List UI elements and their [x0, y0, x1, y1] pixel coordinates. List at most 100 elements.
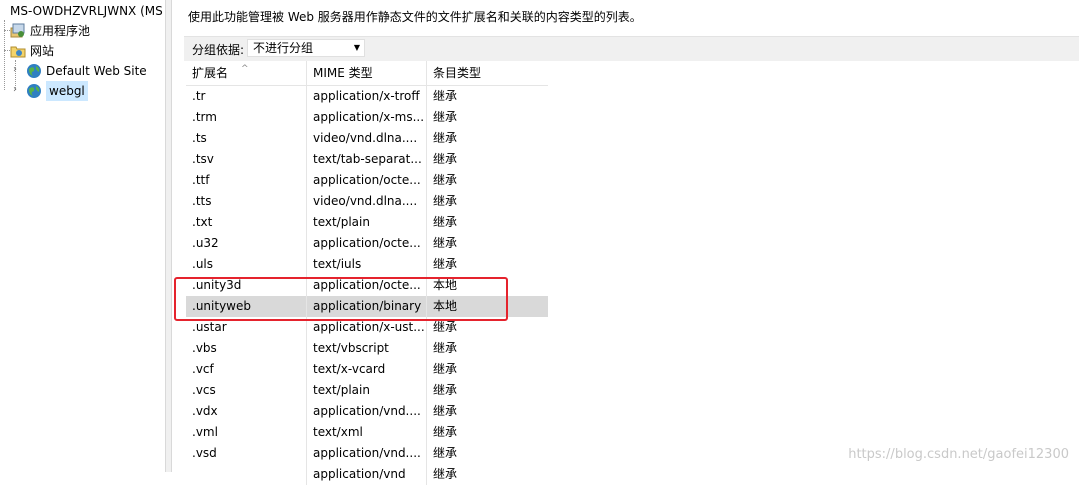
cell-extension	[186, 464, 306, 485]
table-row[interactable]: .vcs text/plain 继承	[186, 380, 548, 401]
cell-mime-type: video/vnd.dlna....	[306, 128, 426, 149]
chevron-right-icon[interactable]: ›	[10, 85, 20, 95]
tree-item-label: 网站	[30, 43, 55, 58]
cell-extension: .ustar	[192, 320, 227, 334]
globe-icon	[26, 83, 42, 99]
cell-extension: .tsv	[192, 152, 214, 166]
cell-extension: .tr	[192, 89, 206, 103]
table-row[interactable]: .unity3d application/octe... 本地	[186, 275, 548, 296]
group-by-bar: 分组依据: 不进行分组 ▼	[184, 36, 1079, 61]
table-header: 扩展名 ^ MIME 类型 条目类型	[186, 61, 548, 86]
cell-entry-type: 继承	[426, 422, 546, 443]
cell-extension: .tts	[192, 194, 212, 208]
cell-mime-type: text/x-vcard	[306, 359, 426, 380]
cell-extension: .txt	[192, 215, 213, 229]
cell-entry-type: 继承	[426, 170, 546, 191]
tree-item-sites[interactable]: 网站	[10, 40, 54, 60]
cell-entry-type: 继承	[426, 254, 546, 275]
cell-extension: .trm	[192, 110, 217, 124]
table-row[interactable]: .vml text/xml 继承	[186, 422, 548, 443]
tree-item-webgl[interactable]: webgl	[26, 80, 88, 101]
app-pool-icon	[10, 23, 26, 39]
cell-extension: .u32	[192, 236, 219, 250]
cell-mime-type: application/octe...	[306, 275, 426, 296]
column-header-mime-type[interactable]: MIME 类型	[306, 61, 426, 85]
cell-extension: .vcs	[192, 383, 216, 397]
column-header-extension[interactable]: 扩展名 ^	[186, 61, 306, 85]
cell-extension: .ttf	[192, 173, 210, 187]
cell-entry-type: 继承	[426, 128, 546, 149]
cell-entry-type: 本地	[426, 296, 546, 317]
pane-splitter[interactable]	[165, 0, 172, 472]
cell-extension: .uls	[192, 257, 214, 271]
cell-mime-type: application/octe...	[306, 170, 426, 191]
cell-extension: .vsd	[192, 446, 217, 460]
cell-entry-type: 本地	[426, 275, 546, 296]
table-row[interactable]: .tts video/vnd.dlna.... 继承	[186, 191, 548, 212]
table-row[interactable]: .unityweb application/binary 本地	[186, 296, 548, 317]
cell-entry-type: 继承	[426, 149, 546, 170]
mime-types-panel: 使用此功能管理被 Web 服务器用作静态文件的文件扩展名和关联的内容类型的列表。…	[172, 0, 1079, 485]
chevron-right-icon[interactable]: ›	[10, 65, 20, 75]
table-row[interactable]: .vsd application/vnd.... 继承	[186, 443, 548, 464]
tree-item-label: Default Web Site	[46, 63, 147, 78]
table-row[interactable]: .txt text/plain 继承	[186, 212, 548, 233]
globe-icon	[26, 63, 42, 79]
connections-tree: MS-OWDHZVRLJWNX (MS 应用程序池 网站 › Default W…	[0, 0, 165, 472]
table-body: .tr application/x-troff 继承 .trm application/…	[186, 86, 548, 485]
cell-entry-type: 继承	[426, 380, 546, 401]
table-row[interactable]: .ustar application/x-ust... 继承	[186, 317, 548, 338]
cell-mime-type: text/xml	[306, 422, 426, 443]
table-row[interactable]: .ts video/vnd.dlna.... 继承	[186, 128, 548, 149]
tree-item-app-pools[interactable]: 应用程序池	[10, 20, 90, 40]
cell-extension: .ts	[192, 131, 207, 145]
cell-mime-type: text/tab-separat...	[306, 149, 426, 170]
cell-extension: .vdx	[192, 404, 218, 418]
tree-root-server[interactable]: MS-OWDHZVRLJWNX (MS	[10, 0, 163, 20]
cell-mime-type: text/vbscript	[306, 338, 426, 359]
cell-mime-type: application/vnd....	[306, 443, 426, 464]
sort-asc-icon: ^	[241, 64, 249, 74]
tree-item-label: webgl	[46, 80, 88, 101]
table-row[interactable]: .trm application/x-ms... 继承	[186, 107, 548, 128]
table-row[interactable]: application/vnd 继承	[186, 464, 548, 485]
cell-mime-type: application/octe...	[306, 233, 426, 254]
table-row[interactable]: .vbs text/vbscript 继承	[186, 338, 548, 359]
watermark: https://blog.csdn.net/gaofei12300	[848, 447, 1069, 462]
table-row[interactable]: .tsv text/tab-separat... 继承	[186, 149, 548, 170]
column-header-entry-type[interactable]: 条目类型	[426, 61, 546, 85]
cell-extension: .vbs	[192, 341, 217, 355]
cell-extension: .unity3d	[192, 278, 242, 292]
cell-entry-type: 继承	[426, 191, 546, 212]
feature-description: 使用此功能管理被 Web 服务器用作静态文件的文件扩展名和关联的内容类型的列表。	[188, 10, 642, 24]
cell-entry-type: 继承	[426, 464, 546, 485]
cell-entry-type: 继承	[426, 401, 546, 422]
table-row[interactable]: .u32 application/octe... 继承	[186, 233, 548, 254]
dropdown-arrow-icon: ▼	[353, 43, 360, 52]
tree-item-label: 应用程序池	[30, 23, 91, 38]
tree-root-label: MS-OWDHZVRLJWNX (MS	[10, 3, 163, 18]
cell-mime-type: application/vnd....	[306, 401, 426, 422]
table-row[interactable]: .ttf application/octe... 继承	[186, 170, 548, 191]
cell-entry-type: 继承	[426, 359, 546, 380]
tree-item-default-web-site[interactable]: Default Web Site	[26, 60, 147, 80]
mime-types-table: 扩展名 ^ MIME 类型 条目类型 .tr application/x-trof…	[186, 61, 548, 485]
cell-mime-type: text/iuls	[306, 254, 426, 275]
cell-mime-type: application/binary	[306, 296, 426, 317]
cell-mime-type: text/plain	[306, 380, 426, 401]
cell-entry-type: 继承	[426, 443, 546, 464]
table-row[interactable]: .vcf text/x-vcard 继承	[186, 359, 548, 380]
sites-folder-icon	[10, 43, 26, 59]
table-row[interactable]: .vdx application/vnd.... 继承	[186, 401, 548, 422]
cell-mime-type: application/x-ust...	[306, 317, 426, 338]
cell-mime-type: application/x-ms...	[306, 107, 426, 128]
cell-entry-type: 继承	[426, 86, 546, 107]
cell-entry-type: 继承	[426, 107, 546, 128]
group-by-dropdown[interactable]: 不进行分组 ▼	[247, 39, 365, 57]
group-by-value: 不进行分组	[253, 41, 314, 55]
cell-entry-type: 继承	[426, 233, 546, 254]
table-row[interactable]: .tr application/x-troff 继承	[186, 86, 548, 107]
cell-mime-type: application/vnd	[306, 464, 426, 485]
table-row[interactable]: .uls text/iuls 继承	[186, 254, 548, 275]
cell-extension: .vcf	[192, 362, 214, 376]
